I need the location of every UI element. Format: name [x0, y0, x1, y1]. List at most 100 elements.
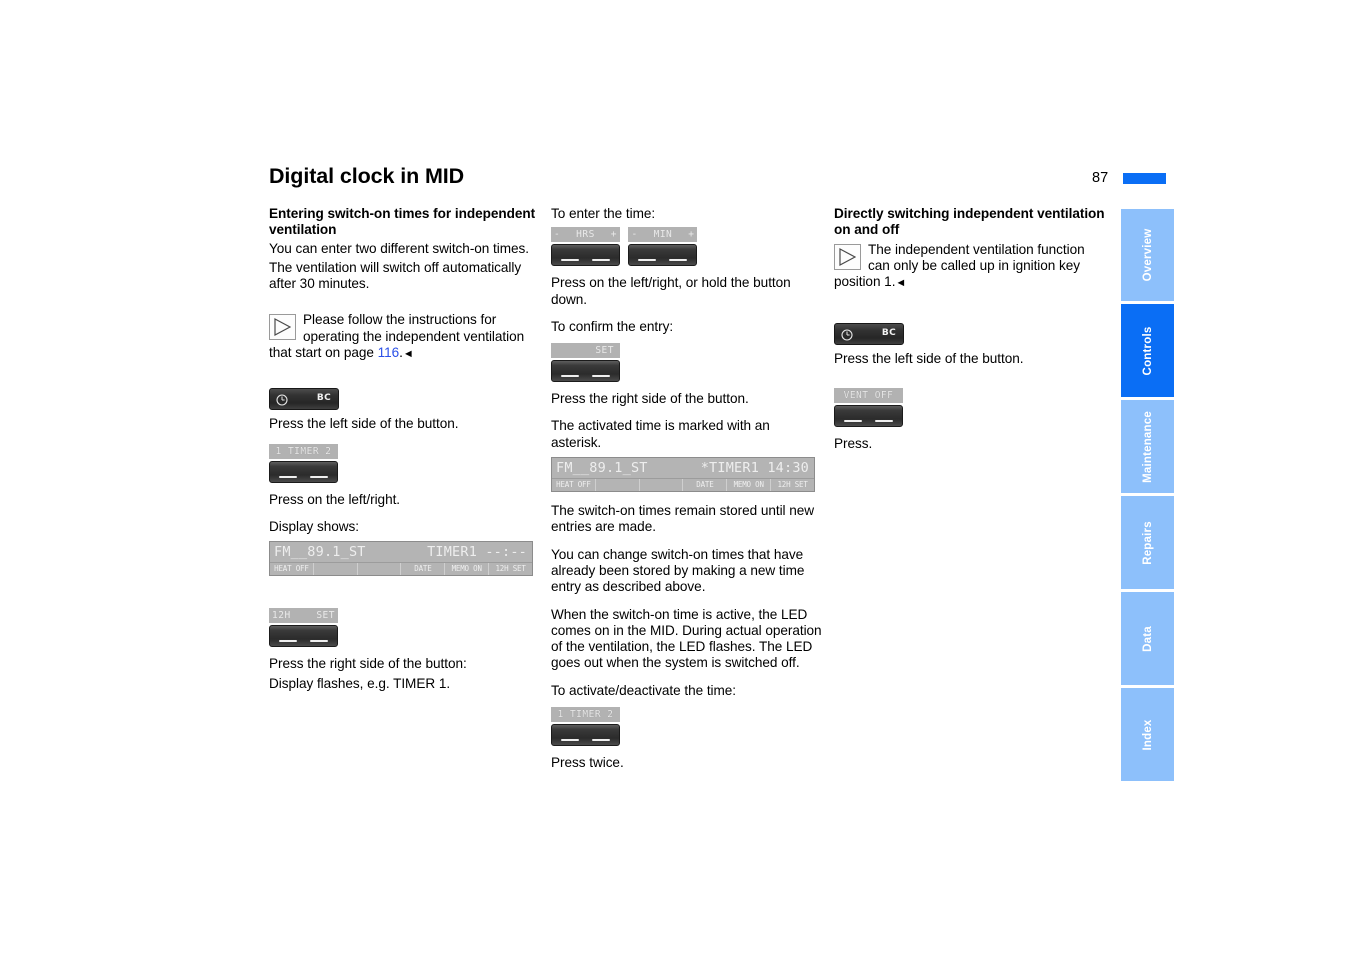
tab-data-label: Data [1141, 625, 1154, 652]
mid-cell: MEMO ON [445, 563, 490, 576]
set-rocker-label-wrap: SET [551, 343, 620, 358]
tab-index[interactable]: Index [1121, 688, 1174, 781]
timer-rocker-body-middle[interactable] [551, 724, 620, 747]
left-paragraph-1: You can enter two different switch-on ti… [269, 240, 529, 256]
tab-overview[interactable]: Overview [1121, 209, 1174, 301]
rocker-dash-left [561, 375, 579, 378]
mid-cell [358, 563, 402, 576]
tab-overview-label: Overview [1141, 228, 1154, 282]
right-bc-caption: Press the left side of the button. [834, 351, 1024, 367]
mid-cell: HEAT OFF [270, 563, 314, 576]
tab-maintenance[interactable]: Maintenance [1121, 400, 1174, 493]
bc-button-left[interactable]: BC [269, 388, 339, 411]
activate-caption: Press twice. [551, 755, 624, 771]
triangle-right-icon [834, 243, 861, 270]
hrs-min-button-row: - HRS + - MIN + [551, 227, 822, 267]
timer-rocker-body[interactable] [269, 460, 338, 483]
min-rocker-body[interactable] [628, 244, 698, 267]
page-title: Digital clock in MID [269, 164, 465, 188]
mid-cell: 12H SET [777, 480, 808, 490]
set-rocker-body-middle[interactable] [551, 360, 620, 383]
bc-button-label: BC [316, 393, 331, 404]
tab-controls-label: Controls [1141, 326, 1154, 375]
timer-rocker-label-middle: 1 TIMER 2 [557, 709, 614, 721]
confirm-entry-label: To confirm the entry: [551, 318, 674, 334]
min-rocker-label-bar: - MIN + [628, 227, 698, 243]
vent-rocker-body[interactable] [834, 404, 903, 427]
timer-rocker-button-middle[interactable]: 1 TIMER 2 [551, 707, 620, 747]
rocker-dash-left [638, 259, 657, 262]
rocker-dash-left [279, 640, 297, 643]
mid-display-2-bottom-row: HEAT OFF DATE MEMO ON 12H SET [552, 478, 814, 492]
hrs-rocker-label: HRS [576, 229, 595, 241]
set-rocker-label-bar: 12H SET [269, 608, 338, 624]
page-number: 87 [1092, 170, 1109, 186]
asterisk-note: The activated time is marked with an ast… [551, 418, 770, 450]
left-heading: Entering switch-on times for independent… [269, 206, 536, 238]
right-note-block: The independent ventilation function can… [834, 242, 1105, 292]
mid-cell: MEMO ON [727, 479, 772, 492]
hrs-rocker-button[interactable]: - HRS + [551, 227, 620, 267]
set-rocker-button-left[interactable]: 12H SET [269, 608, 338, 648]
rocker-dash-left [844, 419, 862, 422]
middle-paragraph-1: The switch-on times remain stored until … [551, 503, 815, 535]
mid-display-2-top-row: FM__89.1_ST *TIMER1 14:30 [552, 458, 814, 478]
timer-rocker-button-left[interactable]: 1 TIMER 2 [269, 443, 338, 483]
rocker-dash-left [561, 259, 579, 262]
bc-button-right[interactable]: BC [834, 323, 904, 346]
right-note-back-arrow: ◄ [895, 277, 907, 290]
middle-paragraph-3: When the switch-on time is active, the L… [551, 606, 822, 671]
mid-display-1-bottom-row: HEAT OFF DATE MEMO ON 12H SET [270, 562, 532, 576]
min-rocker-label-split: - MIN + [628, 227, 697, 242]
min-minus-sign: - [631, 229, 638, 241]
rocker-dash-right [669, 259, 688, 262]
rocker-dash-right [592, 259, 610, 262]
hrs-plus-sign: + [610, 229, 617, 241]
tab-repairs[interactable]: Repairs [1121, 496, 1174, 589]
rocker-dash-right [592, 739, 610, 742]
hrs-rocker-label-split: - HRS + [551, 227, 620, 242]
mid-display-1-station: FM__89.1_ST [274, 544, 366, 561]
page-number-accent-bar [1123, 173, 1166, 184]
mid-display-2-timer: *TIMER1 14:30 [700, 460, 809, 477]
tab-controls[interactable]: Controls [1121, 304, 1174, 397]
set-rocker-label-bar-middle: SET [551, 343, 620, 359]
set-rocker-label-middle: SET [595, 345, 614, 357]
mid-cell [640, 479, 684, 492]
clock-icon [841, 328, 853, 342]
hrs-rocker-body[interactable] [551, 244, 620, 267]
activate-time-label: To activate/deactivate the time: [551, 682, 737, 698]
set-rocker-label-split: 12H SET [269, 608, 338, 623]
tab-data[interactable]: Data [1121, 592, 1174, 685]
display-intro-label: Display shows: [269, 518, 359, 534]
tab-index-label: Index [1141, 718, 1154, 751]
right-note-text-main: The independent ventilation function can… [834, 241, 1085, 290]
hrs-rocker-label-bar: - HRS + [551, 227, 620, 243]
mid-display-2-station: FM__89.1_ST [556, 460, 648, 477]
timer-rocker-label-bar-middle: 1 TIMER 2 [551, 707, 620, 723]
vent-rocker-button[interactable]: VENT OFF [834, 387, 903, 427]
mid-cell: DATE [401, 563, 446, 576]
set-rocker-button-middle[interactable]: SET [551, 343, 620, 383]
triangle-right-icon [269, 314, 296, 341]
set-rocker-label-left: 12H [272, 610, 291, 622]
right-note-text: The independent ventilation function can… [834, 242, 1105, 292]
mid-display-1-top-row: FM__89.1_ST TIMER1 --:-- [270, 542, 532, 562]
left-note-block: Please follow the instructions for opera… [269, 312, 540, 362]
timer-rocker-label-bar: 1 TIMER 2 [269, 443, 338, 459]
enter-time-label: To enter the time: [551, 206, 656, 221]
rocker-dash-right [875, 419, 893, 422]
middle-paragraph-2: You can change switch-on times that have… [551, 546, 805, 595]
mid-cell: DATE [683, 479, 728, 492]
set-rocker-body[interactable] [269, 625, 338, 648]
right-heading: Directly switching independent ventilati… [834, 206, 1105, 238]
left-bc-caption: Press the left side of the button. [269, 416, 459, 432]
hrs-min-caption: Press on the left/right, or hold the but… [551, 275, 791, 307]
left-note-back-arrow: ◄ [402, 348, 414, 361]
bc-button-label: BC [881, 328, 896, 339]
page-reference-link[interactable]: 116 [378, 345, 400, 360]
min-rocker-button[interactable]: - MIN + [628, 227, 698, 267]
rocker-dash-right [310, 640, 328, 643]
left-timer-caption: Press on the left/right. [269, 491, 401, 507]
timer-rocker-label: 1 TIMER 2 [275, 445, 332, 457]
